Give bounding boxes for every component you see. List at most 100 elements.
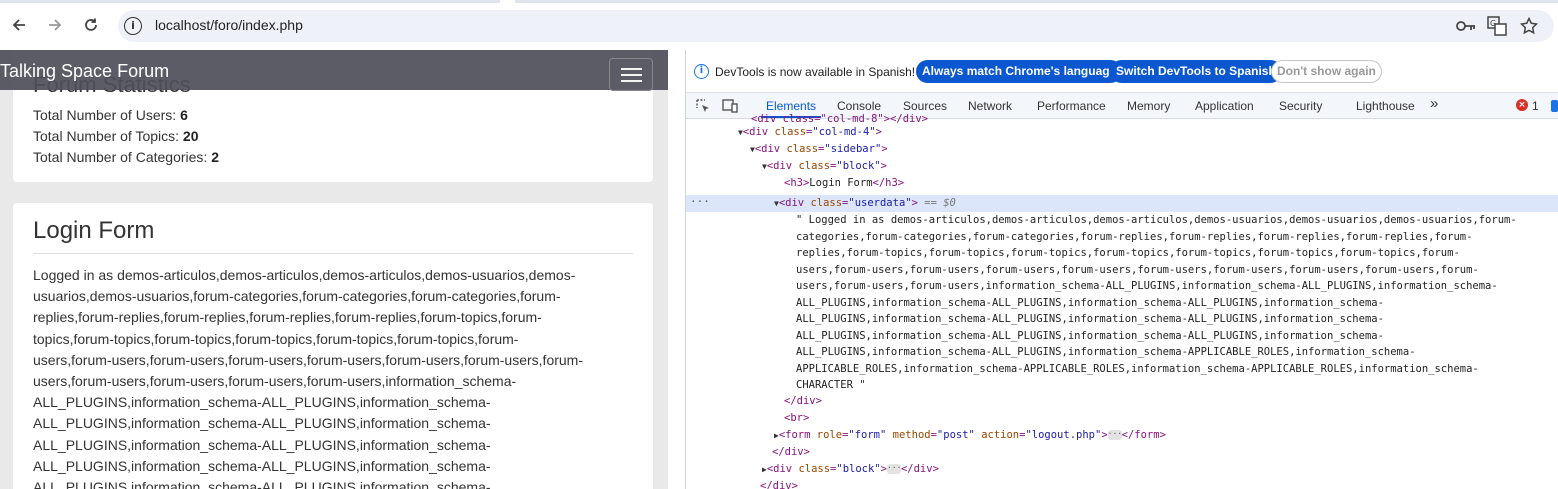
- text-node-line[interactable]: users,forum-users,forum-users,forum-user…: [796, 262, 1479, 279]
- login-form-card: Login Form Logged in as demos-articulos,…: [13, 203, 653, 489]
- tree-node-block-close[interactable]: </div>: [772, 444, 810, 461]
- text-node-line[interactable]: ALL_PLUGINS,information_schema-ALL_PLUGI…: [796, 311, 1384, 328]
- tag-close: </form>: [1121, 429, 1166, 441]
- always-match-language-button[interactable]: Always match Chrome's language: [916, 60, 1123, 83]
- collapsed-content-icon[interactable]: ···: [1107, 430, 1122, 440]
- tab-application[interactable]: Application: [1195, 99, 1254, 113]
- userdata-line: topics,forum-topics,forum-topics,forum-t…: [33, 330, 519, 347]
- tree-node-userdata-close[interactable]: </div>: [784, 393, 822, 410]
- text-node-line[interactable]: categories,forum-categories,forum-catego…: [796, 229, 1472, 246]
- tag-end: >: [880, 160, 887, 172]
- attr-name: class: [774, 126, 807, 138]
- device-toolbar-icon[interactable]: [722, 98, 738, 114]
- tab-strip-right: [515, 0, 1558, 3]
- tab-performance[interactable]: Performance: [1037, 99, 1106, 113]
- text-node-line[interactable]: ALL_PLUGINS,information_schema-ALL_PLUGI…: [796, 328, 1384, 345]
- address-bar[interactable]: [118, 10, 1554, 42]
- node-actions-icon[interactable]: ···: [690, 195, 710, 208]
- url-text[interactable]: localhost/foro/index.php: [155, 17, 303, 33]
- tab-lighthouse[interactable]: Lighthouse: [1356, 99, 1415, 113]
- tab-memory[interactable]: Memory: [1127, 99, 1170, 113]
- text-node-line[interactable]: replies,forum-topics,forum-topics,forum-…: [796, 245, 1460, 262]
- menu-icon-bar: [621, 74, 642, 76]
- bookmark-star-icon[interactable]: [1518, 15, 1540, 37]
- key-icon[interactable]: [1455, 15, 1477, 37]
- userdata-text: Logged in as demos-articulos,demos-artic…: [33, 265, 633, 489]
- devtools-panel: i DevTools is now available in Spanish! …: [686, 50, 1558, 489]
- navbar-toggle-button[interactable]: [609, 58, 653, 91]
- collapsed-content-icon[interactable]: ···: [886, 464, 901, 474]
- tab-security[interactable]: Security: [1279, 99, 1322, 113]
- error-icon[interactable]: ×: [1516, 99, 1528, 111]
- dont-show-again-button[interactable]: Don't show again: [1271, 60, 1382, 83]
- stat-topics: Total Number of Topics: 20: [33, 128, 199, 144]
- forward-icon[interactable]: [42, 12, 68, 38]
- userdata-line: ALL_PLUGINS,information_schema-ALL_PLUGI…: [33, 394, 491, 411]
- page-viewport: Talking Space Forum Forum Statistics Tot…: [0, 50, 668, 489]
- text-node-line[interactable]: users,forum-users,forum-users,informatio…: [796, 278, 1498, 295]
- attr-value: "block": [836, 160, 881, 172]
- tag-open: <h3>: [784, 177, 810, 189]
- attr-value: "userdata": [848, 197, 912, 209]
- userdata-line: ALL_PLUGINS,information_schema-ALL_PLUGI…: [33, 479, 491, 489]
- text-node-line[interactable]: APPLICABLE_ROLES,information_schema-APPL…: [796, 361, 1479, 378]
- stat-topics-label: Total Number of Topics:: [33, 128, 183, 144]
- userdata-line: replies,forum-replies,forum-replies,foru…: [33, 309, 542, 326]
- site-info-icon[interactable]: i: [124, 17, 142, 35]
- tree-node-h3[interactable]: <h3>Login Form</h3>: [784, 175, 904, 192]
- switch-devtools-spanish-button[interactable]: Switch DevTools to Spanish: [1110, 60, 1282, 83]
- userdata-line: Logged in as demos-articulos,demos-artic…: [33, 267, 576, 283]
- userdata-line: users,forum-users,forum-users,forum-user…: [33, 373, 517, 390]
- tag-close: </div>: [784, 395, 822, 407]
- userdata-line: users,forum-users,forum-users,forum-user…: [33, 351, 584, 368]
- reload-icon[interactable]: [78, 12, 104, 38]
- tree-node-sidebar-close[interactable]: </div>: [760, 478, 798, 489]
- tag-close: </div>: [760, 480, 798, 489]
- tree-node-block-2[interactable]: ▶<div class="block">···</div>: [762, 461, 939, 478]
- tag-close: </h3>: [872, 177, 905, 189]
- attr-value: "logout.php": [1025, 429, 1102, 441]
- text-node-line[interactable]: " Logged in as demos-articulos,demos-art…: [796, 212, 1517, 229]
- node-text: Login Form: [809, 177, 873, 189]
- issues-icon[interactable]: [1551, 100, 1558, 112]
- menu-icon: [621, 68, 642, 70]
- tag-br: <br>: [784, 412, 810, 424]
- inspect-element-icon[interactable]: [695, 98, 711, 114]
- text-node-line[interactable]: CHARACTER ": [796, 377, 866, 394]
- attr-value: "block": [836, 463, 881, 475]
- attr-name: class: [810, 197, 843, 209]
- tab-network[interactable]: Network: [968, 99, 1012, 113]
- attr-value: "post": [936, 429, 975, 441]
- tag-close: </div>: [900, 463, 939, 475]
- tree-node-block[interactable]: ▼<div class="block">: [762, 158, 887, 175]
- tree-node-sidebar[interactable]: ▼<div class="sidebar">: [750, 141, 888, 158]
- site-brand[interactable]: Talking Space Forum: [0, 61, 169, 82]
- tree-node-col-md-4[interactable]: ▼<div class="col-md-4">: [738, 124, 882, 141]
- stat-users-label: Total Number of Users:: [33, 107, 181, 123]
- back-icon[interactable]: [6, 12, 32, 38]
- tree-node-userdata[interactable]: ▼<div class="userdata"> == $0: [774, 195, 956, 212]
- translate-icon[interactable]: G: [1486, 15, 1508, 37]
- userdata-line: ALL_PLUGINS,information_schema-ALL_PLUGI…: [33, 457, 491, 474]
- stat-categories: Total Number of Categories: 2: [33, 149, 219, 165]
- text-node-line[interactable]: ALL_PLUGINS,information_schema-ALL_PLUGI…: [796, 295, 1384, 312]
- tab-strip: [0, 0, 1558, 3]
- tag-open: <div: [766, 463, 799, 475]
- userdata-line: usuarios,demos-usuarios,forum-categories…: [33, 288, 561, 305]
- panel-gap: [668, 50, 685, 489]
- tag-end: >: [875, 126, 882, 138]
- tag-open: <div: [778, 197, 811, 209]
- svg-text:G: G: [1490, 19, 1496, 28]
- userdata-line: ALL_PLUGINS,information_schema-ALL_PLUGI…: [33, 436, 491, 453]
- more-tabs-icon[interactable]: »: [1430, 95, 1438, 112]
- tag-end: >: [881, 143, 888, 155]
- attr-name: class: [798, 463, 831, 475]
- text-node-line[interactable]: ALL_PLUGINS,information_schema-ALL_PLUGI…: [796, 344, 1416, 361]
- browser-toolbar: i localhost/foro/index.php G: [0, 0, 1558, 50]
- attr-value: "form": [848, 429, 887, 441]
- tag-open: <div: [754, 143, 787, 155]
- userdata-line: ALL_PLUGINS,information_schema-ALL_PLUGI…: [33, 415, 491, 432]
- tree-node-br[interactable]: <br>: [784, 410, 809, 427]
- error-count[interactable]: 1: [1532, 99, 1539, 113]
- tree-node-form[interactable]: ▶<form role="form" method="post" action=…: [774, 427, 1166, 444]
